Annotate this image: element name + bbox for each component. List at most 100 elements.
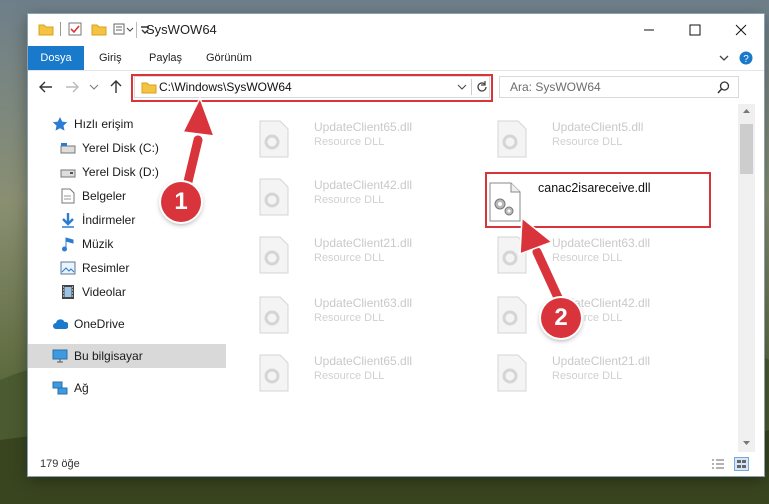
item-count: 179 öğe xyxy=(40,458,80,470)
separator xyxy=(136,22,137,38)
minimize-icon xyxy=(644,29,654,31)
file-description: Resource DLL xyxy=(314,252,385,264)
separator xyxy=(60,22,61,36)
sidebar-item-label: İndirmeler xyxy=(82,213,136,227)
sidebar-item-label: Müzik xyxy=(82,237,114,251)
file-item[interactable]: UpdateClient42.dll Resource DLL xyxy=(244,172,476,224)
file-item[interactable]: UpdateClient5.dll Resource DLL xyxy=(482,114,714,166)
file-description: Resource DLL xyxy=(314,312,385,324)
tab-home[interactable]: Giriş xyxy=(99,46,122,70)
file-name: UpdateClient63.dll xyxy=(552,236,651,250)
ribbon: Dosya Giriş Paylaş Görünüm ? xyxy=(28,46,764,71)
dll-file-icon xyxy=(497,120,527,158)
sidebar-item-local-disk-d[interactable]: Yerel Disk (D:) xyxy=(28,160,254,184)
forward-button[interactable] xyxy=(64,79,80,95)
scroll-down-icon[interactable] xyxy=(742,440,751,446)
star-icon xyxy=(52,116,68,132)
dll-file-icon xyxy=(497,354,527,392)
svg-text:?: ? xyxy=(743,54,749,65)
file-description: Resource DLL xyxy=(552,136,623,148)
videos-icon xyxy=(60,284,76,300)
search-box[interactable] xyxy=(499,76,739,98)
arrow-right-icon xyxy=(66,81,79,93)
sidebar-item-onedrive[interactable]: OneDrive xyxy=(28,312,246,336)
vertical-scrollbar[interactable] xyxy=(738,104,755,452)
file-name: UpdateClient5.dll xyxy=(552,120,644,134)
scroll-up-icon[interactable] xyxy=(742,108,751,114)
close-button[interactable] xyxy=(718,14,764,46)
search-icon[interactable] xyxy=(717,81,730,94)
file-description: Resource DLL xyxy=(314,136,385,148)
navigation-pane: Hızlı erişim Yerel Disk (C:) Yerel Disk … xyxy=(28,104,250,452)
up-button[interactable] xyxy=(108,79,124,95)
expand-ribbon-icon[interactable] xyxy=(718,54,730,64)
scrollbar-thumb[interactable] xyxy=(740,124,753,174)
sidebar-item-quick-access[interactable]: Hızlı erişim xyxy=(28,112,246,136)
arrow-left-icon xyxy=(39,81,52,93)
minimize-button[interactable] xyxy=(626,14,672,46)
sidebar-item-this-pc[interactable]: Bu bilgisayar xyxy=(28,344,246,368)
sidebar-item-label: Ağ xyxy=(74,381,89,395)
back-button[interactable] xyxy=(38,79,54,95)
sidebar-item-local-disk-c[interactable]: Yerel Disk (C:) xyxy=(28,136,254,160)
details-view-icon[interactable] xyxy=(711,458,725,470)
window-title: SysWOW64 xyxy=(146,22,217,37)
file-description: Resource DLL xyxy=(314,370,385,382)
step-badge-1: 1 xyxy=(161,182,201,222)
title-bar: SysWOW64 xyxy=(28,14,764,46)
drive-icon xyxy=(60,164,76,180)
documents-icon xyxy=(60,188,76,204)
file-item[interactable]: UpdateClient65.dll Resource DLL xyxy=(244,114,476,166)
music-icon xyxy=(60,236,76,252)
pictures-icon xyxy=(60,260,76,276)
sidebar-item-pictures[interactable]: Resimler xyxy=(28,256,254,280)
dll-file-icon xyxy=(259,178,289,216)
sidebar-item-music[interactable]: Müzik xyxy=(28,232,254,256)
file-name: UpdateClient21.dll xyxy=(552,354,651,368)
sidebar-item-label: Hızlı erişim xyxy=(74,117,134,131)
explorer-window: SysWOW64 Dosya Giriş Paylaş Görünüm ? C:… xyxy=(28,14,764,476)
recent-locations-button[interactable] xyxy=(86,79,102,95)
help-icon[interactable]: ? xyxy=(739,51,753,65)
maximize-icon xyxy=(689,24,701,36)
address-bar-highlight xyxy=(131,74,493,102)
target-file-highlight xyxy=(485,172,711,228)
tiles-view-icon[interactable] xyxy=(734,457,749,471)
sidebar-item-label: Bu bilgisayar xyxy=(74,349,143,363)
dll-file-icon xyxy=(497,296,527,334)
file-item[interactable]: UpdateClient65.dll Resource DLL xyxy=(244,348,476,400)
tab-view[interactable]: Görünüm xyxy=(206,46,252,70)
file-item[interactable]: UpdateClient63.dll Resource DLL xyxy=(482,230,714,282)
dll-file-icon xyxy=(259,236,289,274)
file-description: Resource DLL xyxy=(314,194,385,206)
properties-icon[interactable] xyxy=(67,21,83,37)
search-input[interactable] xyxy=(508,79,712,95)
file-name: UpdateClient21.dll xyxy=(314,236,413,250)
computer-icon xyxy=(52,348,68,364)
sidebar-item-downloads[interactable]: İndirmeler xyxy=(28,208,254,232)
view-options-icon[interactable] xyxy=(113,22,135,36)
file-item[interactable]: UpdateClient21.dll Resource DLL xyxy=(482,348,714,400)
arrow-up-icon xyxy=(110,80,122,93)
quick-access-toolbar xyxy=(38,21,151,37)
file-item[interactable]: UpdateClient63.dll Resource DLL xyxy=(244,290,476,342)
maximize-button[interactable] xyxy=(672,14,718,46)
new-folder-icon[interactable] xyxy=(91,22,107,36)
sidebar-item-videos[interactable]: Videolar xyxy=(28,280,254,304)
drive-icon xyxy=(60,140,76,156)
sidebar-item-label: Belgeler xyxy=(82,189,127,203)
file-item[interactable]: UpdateClient21.dll Resource DLL xyxy=(244,230,476,282)
tab-share[interactable]: Paylaş xyxy=(149,46,182,70)
tab-file[interactable]: Dosya xyxy=(28,46,84,70)
step-badge-2: 2 xyxy=(541,298,581,338)
network-icon xyxy=(52,380,68,396)
file-list: UpdateClient65.dll Resource DLL UpdateCl… xyxy=(226,104,738,452)
file-name: UpdateClient65.dll xyxy=(314,354,413,368)
download-icon xyxy=(60,212,76,228)
sidebar-item-label: OneDrive xyxy=(74,317,125,331)
file-name: UpdateClient42.dll xyxy=(314,178,413,192)
file-item[interactable]: UpdateClient42.dll Resource DLL xyxy=(482,290,714,342)
sidebar-item-network[interactable]: Ağ xyxy=(28,376,246,400)
sidebar-item-documents[interactable]: Belgeler xyxy=(28,184,254,208)
cloud-icon xyxy=(52,316,68,332)
